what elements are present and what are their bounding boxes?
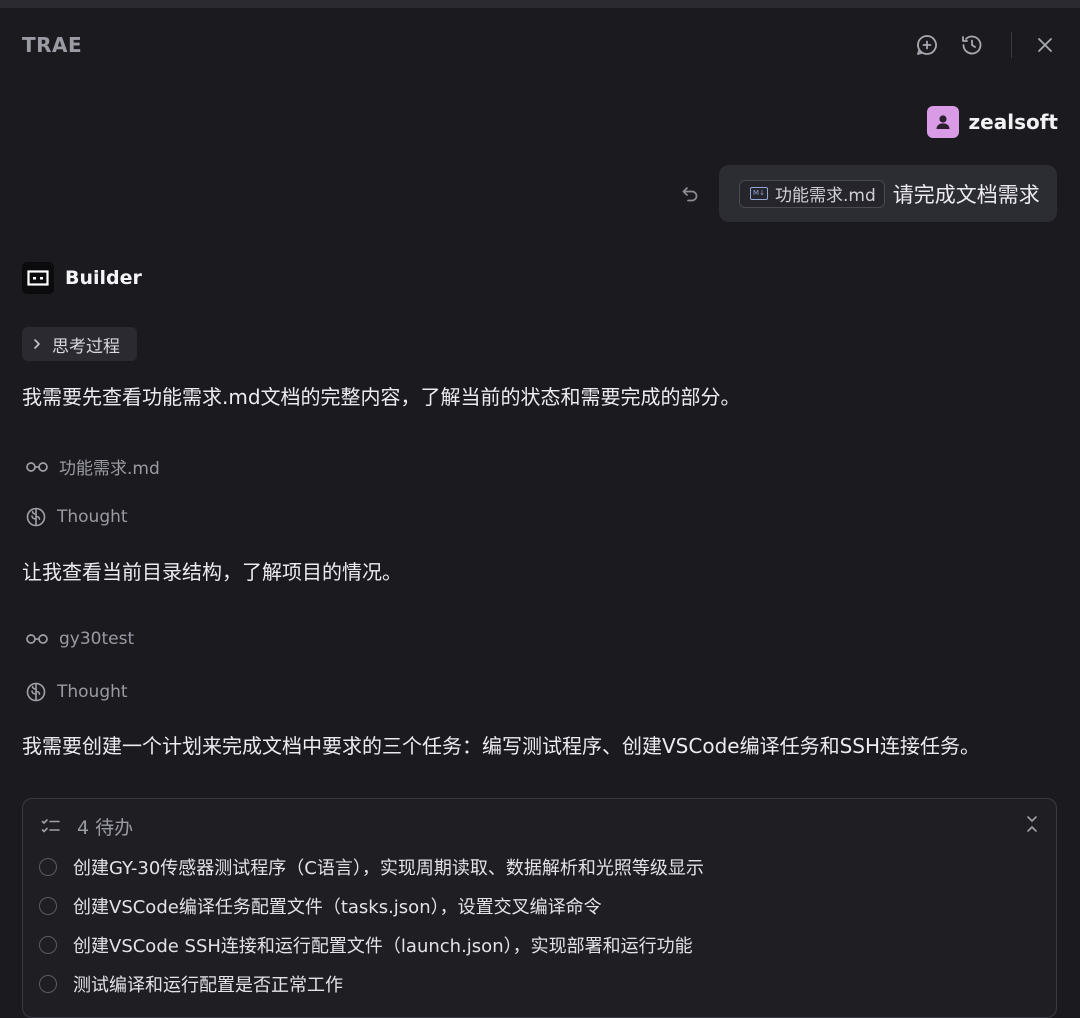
attached-file-name: 功能需求.md [775, 186, 876, 206]
thinking-process-label: 思考过程 [52, 336, 120, 357]
user-header: zealsoft [926, 106, 1058, 138]
todo-item[interactable]: 测试编译和运行配置是否正常工作 [39, 971, 343, 997]
todo-title: 4 待办 [77, 817, 134, 839]
tool-thought-2[interactable]: Thought [25, 681, 128, 703]
chevron-right-icon [34, 339, 40, 349]
todo-item[interactable]: 创建GY-30传感器测试程序（C语言），实现周期读取、数据解析和光照等级显示 [39, 854, 704, 880]
chevrons-collapse-icon [1027, 816, 1037, 832]
tool-thought-label: Thought [57, 507, 128, 527]
user-message-text: 请完成文档需求 [892, 182, 1040, 207]
history-button[interactable] [957, 30, 987, 60]
builder-logo-icon [27, 270, 49, 286]
todo-item[interactable]: 创建VSCode SSH连接和运行配置文件（launch.json），实现部署和… [39, 932, 693, 958]
builder-header: Builder [22, 262, 142, 294]
close-icon [1038, 38, 1052, 52]
glasses-icon [26, 634, 48, 644]
tool-read-file-label: 功能需求.md [59, 459, 160, 479]
todo-item[interactable]: 创建VSCode编译任务配置文件（tasks.json），设置交叉编译命令 [39, 893, 602, 919]
todo-checkbox[interactable] [39, 975, 57, 993]
todo-item-label: 创建VSCode SSH连接和运行配置文件（launch.json），实现部署和… [73, 936, 693, 957]
markdown-file-icon: M↓ [750, 187, 768, 200]
glasses-icon [26, 461, 48, 472]
assistant-message-3: 我需要创建一个计划来完成文档中要求的三个任务：编写测试程序、创建VSCode编译… [22, 734, 981, 758]
builder-avatar [22, 262, 54, 294]
todo-header: 4 待办 [41, 813, 133, 840]
tool-thought-label: Thought [57, 682, 128, 702]
thinking-process-toggle[interactable]: 思考过程 [22, 327, 137, 361]
assistant-message-2: 让我查看当前目录结构，了解项目的情况。 [22, 560, 402, 584]
tool-read-file[interactable]: 功能需求.md [25, 454, 160, 479]
collapse-todo-button[interactable] [1020, 812, 1044, 836]
header-divider [1011, 32, 1012, 58]
todo-item-label: 创建GY-30传感器测试程序（C语言），实现周期读取、数据解析和光照等级显示 [73, 858, 704, 879]
assistant-message-1: 我需要先查看功能需求.md文档的完整内容，了解当前的状态和需要完成的部分。 [22, 385, 741, 409]
tool-list-directory[interactable]: gy30test [25, 629, 134, 649]
new-chat-button[interactable] [912, 30, 942, 60]
attached-file-chip[interactable]: M↓ 功能需求.md [739, 179, 885, 208]
todo-checkbox[interactable] [39, 897, 57, 915]
user-message-bubble: M↓ 功能需求.md 请完成文档需求 [719, 165, 1057, 222]
undo-icon [682, 187, 698, 202]
tool-thought-1[interactable]: Thought [25, 506, 128, 528]
todo-checkbox[interactable] [39, 858, 57, 876]
window-top-bar [0, 0, 1080, 8]
brain-icon [26, 507, 46, 527]
app-title: TRAE [22, 33, 83, 57]
history-icon [962, 35, 982, 55]
todo-item-label: 创建VSCode编译任务配置文件（tasks.json），设置交叉编译命令 [73, 897, 602, 918]
todo-panel: 4 待办 创建GY-30传感器测试程序（C语言），实现周期读取、数据解析和光照等… [22, 798, 1057, 1018]
brain-icon [26, 682, 46, 702]
todo-item-label: 测试编译和运行配置是否正常工作 [73, 975, 343, 996]
user-name: zealsoft [968, 110, 1058, 134]
avatar [926, 106, 959, 138]
user-icon [936, 115, 950, 129]
close-button[interactable] [1030, 30, 1060, 60]
tool-list-directory-label: gy30test [59, 629, 135, 649]
todo-checkbox[interactable] [39, 936, 57, 954]
undo-button[interactable] [677, 181, 703, 207]
checklist-icon [41, 818, 60, 832]
builder-name: Builder [65, 267, 142, 289]
new-chat-icon [917, 35, 937, 55]
